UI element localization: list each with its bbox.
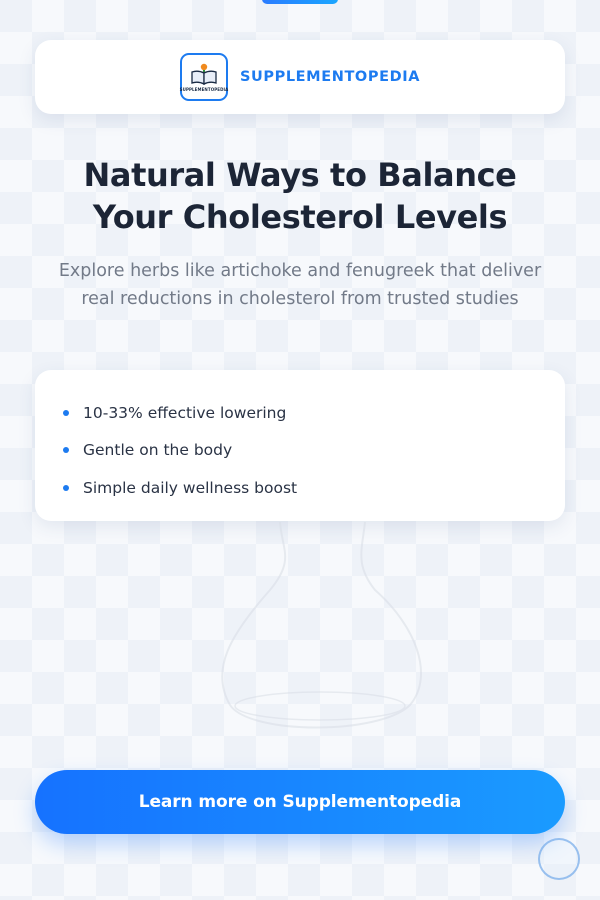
page-title: Natural Ways to Balance Your Cholesterol… bbox=[40, 154, 560, 238]
top-accent-bar bbox=[262, 0, 338, 4]
learn-more-label: Learn more on Supplementopedia bbox=[138, 792, 462, 812]
page-title-line-2: Your Cholesterol Levels bbox=[92, 198, 508, 236]
glass-bottle-icon bbox=[221, 521, 423, 729]
feature-item: Simple daily wellness boost bbox=[63, 469, 537, 507]
features-card: 10-33% effective lowering Gentle on the … bbox=[35, 370, 565, 521]
feature-text: 10-33% effective lowering bbox=[83, 403, 287, 422]
bullet-dot-icon bbox=[63, 484, 69, 491]
circle-icon[interactable] bbox=[538, 838, 580, 880]
brand-header: SUPPLEMENTOPEDIA SUPPLEMENTOPEDIA bbox=[35, 40, 565, 114]
logo-wordmark: SUPPLEMENTOPEDIA bbox=[179, 87, 229, 92]
page-subtitle: Explore herbs like artichoke and fenugre… bbox=[58, 261, 542, 309]
feature-text: Gentle on the body bbox=[83, 441, 233, 460]
bullet-dot-icon bbox=[63, 447, 69, 454]
brand-name: SUPPLEMENTOPEDIA bbox=[239, 69, 421, 85]
book-with-lightbulb-icon bbox=[191, 63, 217, 86]
learn-more-button[interactable]: Learn more on Supplementopedia bbox=[35, 770, 565, 834]
brand-logo[interactable]: SUPPLEMENTOPEDIA bbox=[180, 53, 228, 101]
bullet-dot-icon bbox=[63, 409, 69, 416]
feature-text: Simple daily wellness boost bbox=[83, 478, 298, 497]
page-title-line-1: Natural Ways to Balance bbox=[83, 156, 517, 194]
feature-item: 10-33% effective lowering bbox=[63, 394, 537, 432]
feature-item: Gentle on the body bbox=[63, 432, 537, 470]
